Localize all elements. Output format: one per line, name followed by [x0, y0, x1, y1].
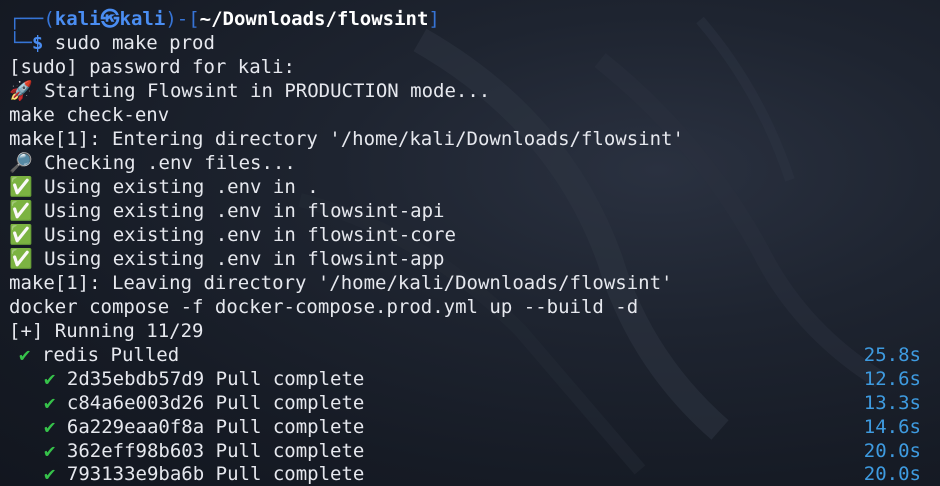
layer-id: 2d35ebdb57d9 — [66, 368, 205, 390]
prompt-frame-mid: )-[ — [165, 8, 200, 30]
checking-env-line: 🔎 Checking .env files... — [9, 151, 296, 175]
check-icon: ✔ — [44, 392, 56, 414]
layer-duration: 13.3s — [863, 392, 921, 414]
leaving-directory-line: make[1]: Leaving directory '/home/kali/D… — [9, 272, 673, 294]
layer-status: Pull complete — [215, 368, 365, 390]
layer-id: c84a6e003d26 — [66, 392, 205, 414]
layer-id: 793133e9ba6b — [66, 463, 205, 485]
layer-duration: 20.0s — [863, 463, 921, 485]
checkmark-icon: ✅ — [9, 200, 33, 222]
layer-status: Pull complete — [215, 440, 365, 462]
checking-text: Checking .env files... — [32, 152, 296, 174]
checkmark-icon: ✅ — [9, 224, 33, 246]
command-line: └─$ sudo make prod — [9, 31, 215, 55]
starting-line: 🚀 Starting Flowsint in PRODUCTION mode..… — [9, 79, 490, 103]
rocket-icon: 🚀 — [9, 80, 33, 102]
prompt-header-line: ┌──(kali㉿kali)-[~/Downloads/flowsint] — [9, 7, 440, 31]
terminal-output[interactable]: ┌──(kali㉿kali)-[~/Downloads/flowsint] └─… — [0, 0, 940, 486]
env-line-core: ✅ Using existing .env in flowsint-core — [9, 223, 456, 247]
layer-id: 362eff98b603 — [66, 440, 205, 462]
prompt-host: kali — [119, 8, 166, 30]
prompt-dollar: $ — [31, 32, 44, 54]
prompt-frame-close: ] — [428, 8, 440, 30]
running-count-line: [+] Running 11/29 — [9, 320, 204, 342]
layer-duration: 14.6s — [863, 416, 921, 438]
redis-pulled-line: ✔ redis Pulled — [19, 343, 179, 367]
layer-row: ✔ 362eff98b603 Pull complete — [44, 439, 364, 463]
prompt-cwd: ~/Downloads/flowsint — [199, 8, 429, 30]
prompt-frame-bottom: └─ — [9, 32, 32, 54]
command-text: sudo make prod — [43, 32, 215, 54]
prompt-at-symbol: ㉿ — [100, 8, 120, 30]
layer-row: ✔ c84a6e003d26 Pull complete — [44, 391, 364, 415]
env-text: Using existing .env in . — [32, 176, 319, 198]
env-text: Using existing .env in flowsint-api — [32, 200, 445, 222]
env-text: Using existing .env in flowsint-app — [32, 248, 445, 270]
layer-id: 6a229eaa0f8a — [66, 416, 205, 438]
make-check-env-line: make check-env — [9, 104, 170, 126]
env-line-api: ✅ Using existing .env in flowsint-api — [9, 199, 444, 223]
layer-duration: 20.0s — [863, 440, 921, 462]
env-line-root: ✅ Using existing .env in . — [9, 175, 319, 199]
docker-compose-line: docker compose -f docker-compose.prod.ym… — [9, 296, 639, 318]
starting-text: Starting Flowsint in PRODUCTION mode... — [32, 80, 491, 102]
check-icon: ✔ — [44, 416, 56, 438]
layer-row: ✔ 793133e9ba6b Pull complete — [44, 462, 364, 486]
entering-directory-line: make[1]: Entering directory '/home/kali/… — [9, 128, 684, 150]
checkmark-icon: ✅ — [9, 176, 33, 198]
check-icon: ✔ — [44, 463, 56, 485]
layer-row: ✔ 2d35ebdb57d9 Pull complete — [44, 367, 364, 391]
env-line-app: ✅ Using existing .env in flowsint-app — [9, 247, 444, 271]
prompt-frame-top: ┌──( — [9, 8, 55, 30]
layer-status: Pull complete — [215, 463, 365, 485]
env-text: Using existing .env in flowsint-core — [32, 224, 456, 246]
redis-pulled-text: redis Pulled — [41, 344, 180, 366]
layer-status: Pull complete — [215, 392, 365, 414]
magnifier-icon: 🔎 — [9, 152, 33, 174]
sudo-password-line: [sudo] password for kali: — [9, 56, 295, 78]
redis-duration: 25.8s — [863, 344, 921, 366]
prompt-user: kali — [54, 8, 101, 30]
check-icon: ✔ — [44, 440, 56, 462]
checkmark-icon: ✅ — [9, 248, 33, 270]
layer-duration: 12.6s — [863, 368, 921, 390]
layer-status: Pull complete — [215, 416, 365, 438]
check-icon: ✔ — [44, 368, 56, 390]
check-icon: ✔ — [19, 344, 31, 366]
layer-row: ✔ 6a229eaa0f8a Pull complete — [44, 415, 364, 439]
